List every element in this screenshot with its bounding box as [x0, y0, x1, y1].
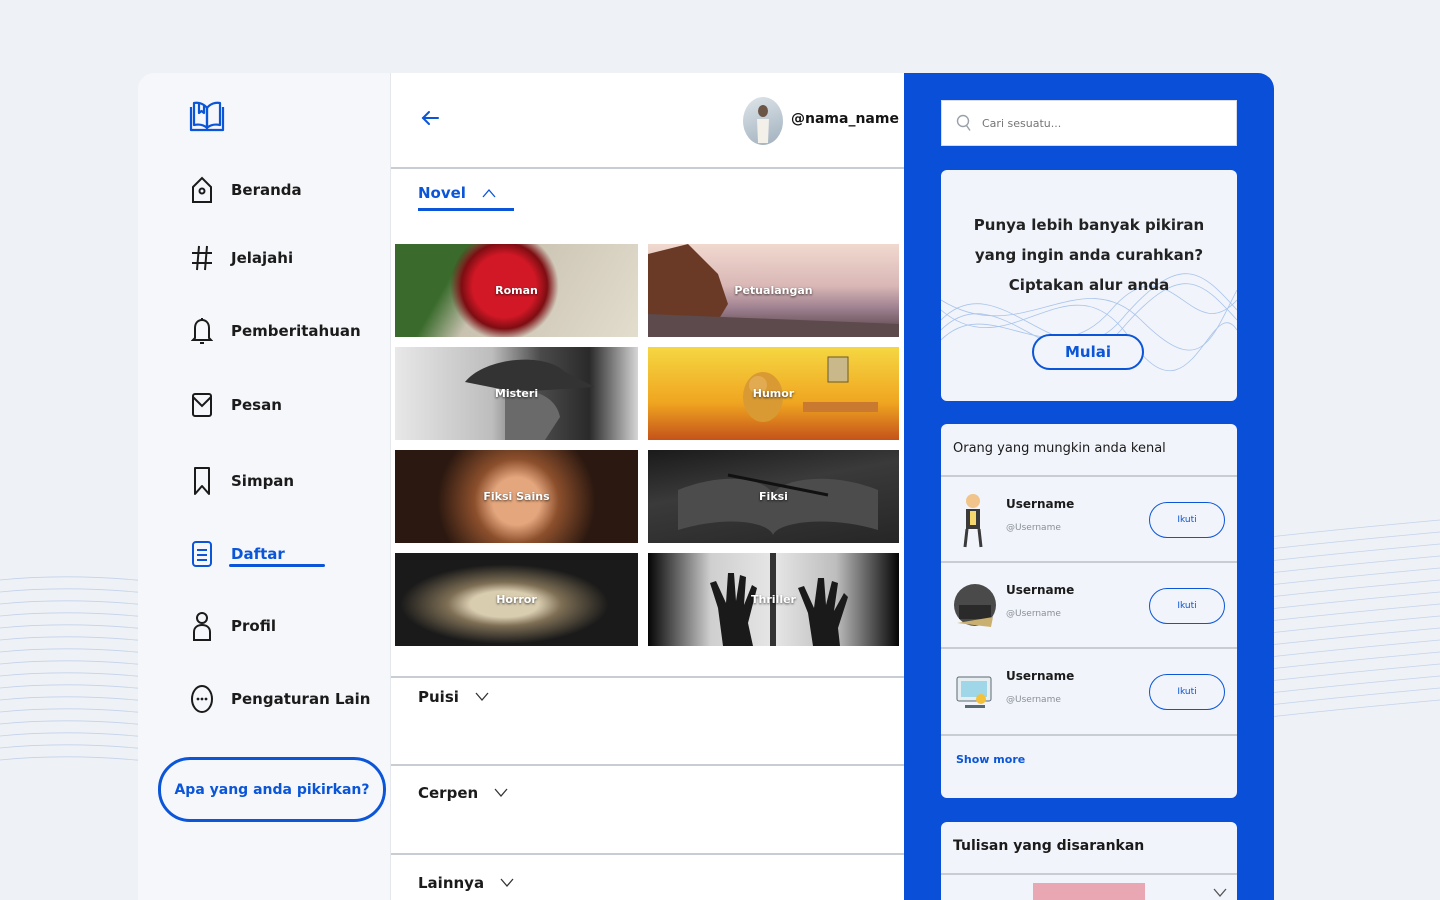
username: Username [1006, 583, 1075, 597]
list-item: Username @Username Ikuti [941, 649, 1237, 733]
genre-misteri[interactable]: Misteri [395, 347, 638, 440]
avatar[interactable] [953, 663, 997, 721]
nav-label: Profil [231, 617, 276, 635]
nav-jelajahi[interactable]: Jelajahi [190, 243, 293, 273]
genre-label: Roman [495, 284, 538, 297]
nav-profil[interactable]: Profil [190, 611, 276, 641]
more-circle-icon [190, 684, 214, 714]
hashtag-icon [190, 243, 214, 273]
current-username[interactable]: @nama_name [791, 111, 899, 127]
chevron-down-icon[interactable] [1213, 888, 1227, 898]
section-title: Novel [418, 184, 466, 202]
nav-simpan[interactable]: Simpan [190, 466, 294, 496]
genre-label: Fiksi [759, 490, 788, 503]
suggested-people-card: Orang yang mungkin anda kenal Username @… [941, 424, 1237, 798]
bookmark-icon [190, 466, 214, 496]
genre-label: Misteri [494, 387, 539, 400]
right-panel: Punya lebih banyak pikiran yang ingin an… [904, 73, 1274, 900]
genre-humor[interactable]: Humor [648, 347, 899, 440]
arrow-left-icon[interactable] [419, 107, 441, 129]
active-underline [229, 564, 325, 567]
main-content: @nama_name Novel Roman Petualangan Miste… [390, 73, 905, 900]
list-item: Username @Username Ikuti [941, 477, 1237, 561]
mulai-button[interactable]: Mulai [1032, 334, 1144, 370]
avatar[interactable] [743, 97, 783, 145]
suggest-title: Orang yang mungkin anda kenal [953, 441, 1166, 456]
search-input[interactable] [982, 116, 1222, 130]
nav-pemberitahuan[interactable]: Pemberitahuan [190, 316, 361, 346]
recommended-thumbnail[interactable] [1033, 883, 1145, 900]
list-item: Username @Username Ikuti [941, 563, 1237, 647]
genre-petualangan[interactable]: Petualangan [648, 244, 899, 337]
genre-roman[interactable]: Roman [395, 244, 638, 337]
chevron-down-icon [494, 788, 508, 797]
nav-label: Pesan [231, 396, 282, 414]
genre-thriller[interactable]: Thriller [648, 553, 899, 646]
section-title: Lainnya [418, 874, 485, 892]
section-lainnya[interactable]: Lainnya [418, 874, 514, 892]
genre-fiksi[interactable]: Fiksi [648, 450, 899, 543]
nav-pesan[interactable]: Pesan [190, 390, 282, 420]
genre-label: Fiksi Sains [483, 490, 550, 503]
chevron-up-icon [482, 189, 496, 198]
follow-button[interactable]: Ikuti [1149, 588, 1225, 624]
search-bar[interactable] [941, 100, 1237, 146]
user-handle: @Username [1006, 609, 1061, 619]
genre-label: Humor [752, 387, 795, 400]
section-divider [391, 764, 905, 766]
novel-underline [418, 208, 514, 211]
nav-label: Pemberitahuan [231, 322, 361, 340]
section-title: Puisi [418, 688, 459, 706]
promo-text: Punya lebih banyak pikiran yang ingin an… [973, 216, 1205, 294]
think-button[interactable]: Apa yang anda pikirkan? [158, 757, 386, 822]
avatar[interactable] [953, 491, 997, 549]
nav-label: Pengaturan Lain [231, 690, 371, 708]
app-window: Beranda Jelajahi Pemberitahuan Pesan Sim [138, 73, 1274, 900]
section-title: Cerpen [418, 784, 479, 802]
section-puisi[interactable]: Puisi [418, 688, 489, 706]
nav-label: Beranda [231, 181, 302, 199]
genre-label: Horror [496, 593, 537, 606]
open-book-icon[interactable] [188, 99, 226, 135]
bell-icon [190, 316, 214, 346]
nav-label: Daftar [231, 545, 285, 563]
username: Username [1006, 497, 1075, 511]
user-icon [190, 611, 214, 641]
nav-label: Simpan [231, 472, 295, 490]
username: Username [1006, 669, 1075, 683]
recommend-title: Tulisan yang disarankan [953, 838, 1145, 854]
user-handle: @Username [1006, 695, 1061, 705]
genre-horror[interactable]: Horror [395, 553, 638, 646]
sidebar: Beranda Jelajahi Pemberitahuan Pesan Sim [138, 73, 390, 900]
section-divider [391, 676, 905, 678]
nav-pengaturan-lain[interactable]: Pengaturan Lain [190, 684, 370, 714]
avatar[interactable] [953, 577, 997, 635]
top-bar: @nama_name [391, 73, 905, 169]
genre-label: Petualangan [734, 284, 813, 297]
search-icon [956, 114, 971, 131]
genre-label: Thriller [751, 593, 796, 606]
section-novel[interactable]: Novel [418, 184, 496, 202]
promo-card: Punya lebih banyak pikiran yang ingin an… [941, 170, 1237, 401]
genre-fiksi-sains[interactable]: Fiksi Sains [395, 450, 638, 543]
list-document-icon [190, 539, 214, 569]
chevron-down-icon [475, 692, 489, 701]
genre-grid: Roman Petualangan Misteri Humor Fiksi Sa… [395, 244, 899, 646]
section-cerpen[interactable]: Cerpen [418, 784, 508, 802]
divider [941, 734, 1237, 736]
chevron-down-icon [500, 878, 514, 887]
section-divider [391, 853, 905, 855]
show-more-link[interactable]: Show more [956, 753, 1025, 766]
user-handle: @Username [1006, 523, 1061, 533]
home-icon [190, 175, 214, 205]
follow-button[interactable]: Ikuti [1149, 502, 1225, 538]
nav-beranda[interactable]: Beranda [190, 175, 302, 205]
mail-icon [190, 390, 214, 420]
follow-button[interactable]: Ikuti [1149, 674, 1225, 710]
divider [941, 873, 1237, 875]
recommended-writing-card: Tulisan yang disarankan [941, 822, 1237, 900]
nav-label: Jelajahi [231, 249, 294, 267]
